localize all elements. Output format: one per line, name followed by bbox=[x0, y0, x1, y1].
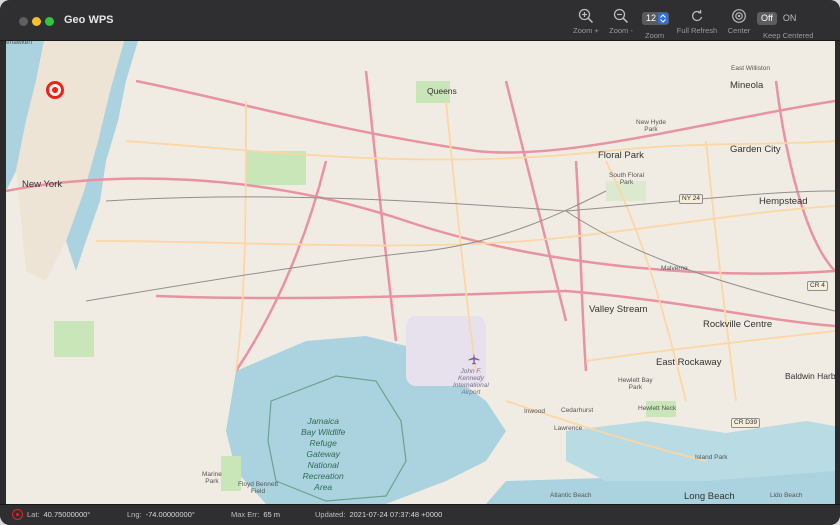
keep-centered-toggle[interactable]: Off ON bbox=[757, 12, 802, 25]
park bbox=[54, 321, 94, 357]
status-bar: Lat: 40.75000000° Lng: -74.00000000° Max E… bbox=[0, 504, 840, 525]
motorway bbox=[364, 70, 398, 342]
titlebar: Geo WPS Zoom + Zoom - 12 Zoom Full Refre… bbox=[0, 0, 840, 41]
motorway bbox=[504, 80, 568, 322]
center-label: Center bbox=[727, 26, 751, 35]
status-longitude: Lng: -74.00000000° bbox=[127, 510, 195, 519]
place-label-hewlett-bay-park: Hewlett Bay Park bbox=[618, 377, 653, 391]
place-label-queens: Queens bbox=[427, 86, 457, 96]
place-label-lido-beach: Lido Beach bbox=[770, 492, 803, 499]
place-label-atlantic-beach: Atlantic Beach bbox=[550, 492, 592, 499]
place-label-mineola: Mineola bbox=[730, 80, 764, 91]
place-label-weehawken: ehawken bbox=[6, 41, 33, 46]
place-label-jfk-airport: John F. Kennedy International Airport bbox=[453, 368, 489, 396]
park bbox=[246, 151, 306, 185]
place-label-floral-park: Floral Park bbox=[598, 150, 644, 161]
place-label-cedarhurst: Cedarhurst bbox=[561, 407, 594, 414]
app-window: Geo WPS Zoom + Zoom - 12 Zoom Full Refre… bbox=[0, 0, 840, 525]
place-label-new-york: New York bbox=[22, 179, 63, 190]
place-label-inwood: Inwood bbox=[524, 408, 545, 415]
place-label-floyd-bennett: Floyd Bennett Field bbox=[238, 481, 279, 495]
place-label-south-floral-park: South Floral Park bbox=[609, 172, 645, 186]
zoom-out-icon bbox=[613, 8, 629, 24]
full-refresh-label: Full Refresh bbox=[676, 26, 718, 35]
close-window-button[interactable] bbox=[19, 17, 28, 26]
place-label-rockville-centre: Rockville Centre bbox=[703, 319, 773, 330]
motorway bbox=[234, 160, 328, 372]
keep-centered-label: Keep Centered bbox=[763, 31, 814, 40]
place-label-long-beach: Long Beach bbox=[684, 491, 735, 502]
place-label-east-williston: East Williston bbox=[731, 65, 771, 72]
location-status-icon bbox=[12, 509, 23, 520]
airplane-icon bbox=[468, 353, 480, 365]
place-label-valley-stream: Valley Stream bbox=[589, 304, 648, 315]
app-title: Geo WPS bbox=[64, 14, 114, 26]
place-label-hempstead: Hempstead bbox=[759, 196, 808, 207]
center-button[interactable]: Center bbox=[724, 8, 754, 40]
minimize-window-button[interactable] bbox=[32, 17, 41, 26]
park-label-jamaica-bay: Jamaica Bay Wildlife Refuge Gateway Nati… bbox=[301, 416, 346, 492]
location-target-icon[interactable] bbox=[46, 81, 64, 99]
zoom-level-value: 12 bbox=[646, 13, 657, 23]
zoom-out-button[interactable]: Zoom - bbox=[605, 8, 637, 40]
road-shield-cr-d39: CR D39 bbox=[731, 418, 761, 428]
zoom-label: Zoom bbox=[645, 31, 665, 40]
map-view[interactable]: New York Queens Mineola East Williston N… bbox=[6, 41, 835, 504]
zoom-level-select[interactable]: 12 bbox=[642, 12, 669, 25]
road-shield-cr4: CR 4 bbox=[807, 281, 828, 291]
zoom-in-button[interactable]: Zoom + bbox=[570, 8, 602, 40]
keep-centered-on-option[interactable]: ON bbox=[777, 12, 803, 25]
primary-road bbox=[235, 100, 247, 372]
rail-line bbox=[105, 190, 835, 212]
status-latitude: Lat: 40.75000000° bbox=[27, 510, 91, 519]
place-label-hewlett-neck: Hewlett Neck bbox=[638, 405, 677, 412]
zoom-in-icon bbox=[578, 8, 594, 24]
motorway bbox=[574, 160, 588, 372]
place-label-garden-city: Garden City bbox=[730, 144, 781, 155]
refresh-icon bbox=[692, 9, 703, 21]
status-updated: Updated: 2021-07-24 07:37:48 +0000 bbox=[315, 510, 443, 519]
status-max-error: Max Err: 65 m bbox=[231, 510, 281, 519]
south-shore-marsh bbox=[566, 421, 835, 481]
zoom-in-label: Zoom + bbox=[573, 26, 599, 35]
place-label-baldwin-harbor: Baldwin Harbo bbox=[785, 371, 835, 381]
place-label-malverne: Malverne bbox=[661, 265, 688, 272]
keep-centered-off-option[interactable]: Off bbox=[757, 12, 777, 25]
road-shield-ny24: NY 24 bbox=[679, 194, 703, 204]
motorway bbox=[135, 79, 835, 154]
map-tiles bbox=[6, 41, 835, 504]
center-target-icon bbox=[732, 9, 746, 23]
place-label-new-hyde-park: New Hyde Park bbox=[636, 119, 666, 133]
zoom-out-label: Zoom - bbox=[609, 26, 633, 35]
place-label-lawrence: Lawrence bbox=[554, 425, 583, 432]
place-label-marine-park: Marine Park bbox=[202, 471, 222, 485]
place-label-island-park: Island Park bbox=[695, 454, 728, 461]
chevron-updown-icon bbox=[658, 13, 668, 24]
place-label-east-rockaway: East Rockaway bbox=[656, 357, 722, 368]
maximize-window-button[interactable] bbox=[45, 17, 54, 26]
full-refresh-button[interactable]: Full Refresh bbox=[676, 8, 718, 40]
